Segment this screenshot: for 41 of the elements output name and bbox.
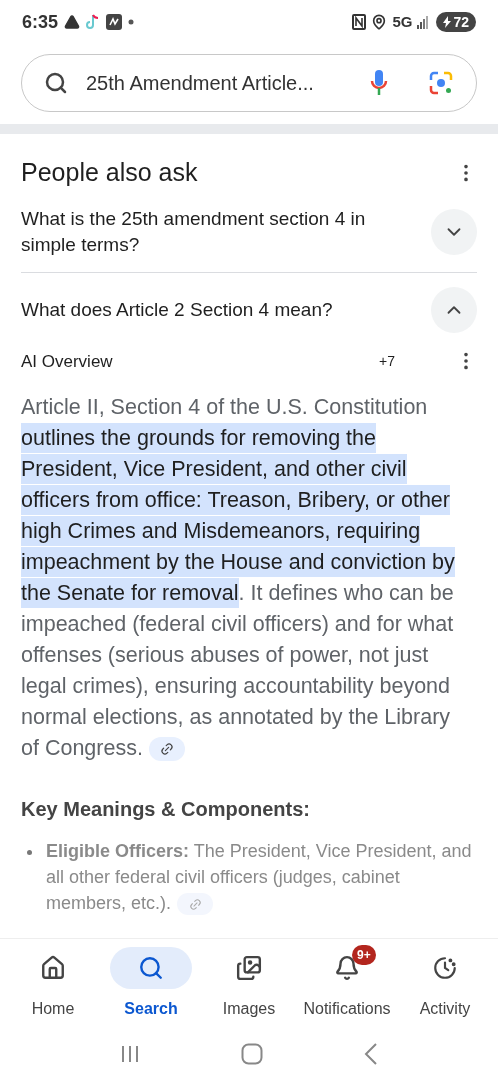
nav-tab[interactable]: Search xyxy=(103,947,199,1021)
home-button-icon[interactable] xyxy=(241,1043,263,1065)
nav-tab[interactable]: 9+ Notifications xyxy=(299,947,395,1021)
question-text: What does Article 2 Section 4 mean? xyxy=(21,297,333,322)
bolt-icon xyxy=(443,16,452,28)
ai-overview-label: AI Overview xyxy=(21,350,114,373)
activity-icon xyxy=(432,955,458,981)
recent-apps-icon[interactable] xyxy=(120,1044,141,1064)
music-note-icon xyxy=(86,14,101,30)
question-text: What is the 25th amendment section 4 in simple terms? xyxy=(21,206,367,257)
back-icon[interactable] xyxy=(363,1043,378,1065)
camera-lens-icon[interactable] xyxy=(428,70,454,96)
battery-indicator: 72 xyxy=(436,12,476,32)
expand-toggle[interactable] xyxy=(431,286,477,333)
app-icon xyxy=(106,14,123,30)
network-type: 5G xyxy=(392,11,413,32)
dot-icon xyxy=(128,19,135,25)
nav-tab[interactable]: Activity xyxy=(397,947,493,1021)
link-chip[interactable] xyxy=(177,893,214,916)
notification-badge: 9+ xyxy=(352,945,376,965)
microphone-icon[interactable] xyxy=(370,69,388,97)
overview-paragraph: Article II, Section 4 of the U.S. Constitution outlines the grounds for removing the President, Vice President, and other civil officers from office: Treason, Bribery, or other high Crimes and Misdemeanors, requiring impeachment by the House and conviction by the Senate for removal. It defines who can be impeached (federal civil officers) and for what offenses (serious abuses of power, not just legal crimes), ensuring accountability beyond normal elections, as annotated by the Library of Congress. xyxy=(21,394,456,764)
search-icon xyxy=(138,955,164,981)
warning-icon xyxy=(64,14,81,30)
question-row[interactable]: What is the 25th amendment section 4 in simple terms? xyxy=(21,191,477,273)
nav-tab[interactable]: Home xyxy=(5,947,101,1021)
link-chip[interactable] xyxy=(148,737,185,762)
bullet-text: Eligible Officers: The President, Vice President, and all other federal civil officers (judges, cabinet members, etc.). xyxy=(46,838,477,916)
section-title: People also ask xyxy=(21,157,198,188)
location-icon xyxy=(371,14,388,30)
sources-count[interactable]: +7 xyxy=(379,350,395,372)
clock-time: 6:35 xyxy=(22,10,59,34)
question-row[interactable]: What does Article 2 Section 4 mean? xyxy=(21,272,477,347)
home-icon xyxy=(40,955,66,981)
search-icon xyxy=(44,71,68,95)
signal-icon xyxy=(417,15,430,29)
expand-toggle[interactable] xyxy=(431,208,477,255)
nav-tab[interactable]: Images xyxy=(201,947,297,1021)
subheading: Key Meanings & Components: xyxy=(21,797,311,822)
images-icon xyxy=(236,955,262,981)
nfc-icon xyxy=(352,14,367,30)
